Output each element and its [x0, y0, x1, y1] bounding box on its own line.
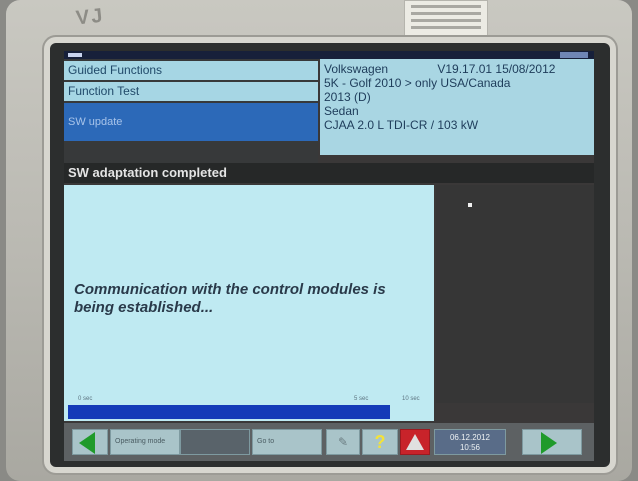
operating-mode-button[interactable]: Operating mode [110, 429, 180, 455]
status-message: Communication with the control modules i… [74, 281, 386, 316]
page-title: SW adaptation completed [64, 163, 594, 183]
progress-tick-mid: 5 sec [354, 396, 369, 402]
window-titlebar [64, 51, 594, 59]
window-controls[interactable] [560, 52, 588, 58]
vehicle-engine: CJAA 2.0 L TDI-CR / 103 kW [324, 118, 479, 132]
operating-mode-value [180, 429, 250, 455]
help-button[interactable]: ? [362, 429, 398, 455]
software-version: V19.17.01 15/08/2012 [437, 62, 556, 76]
time-text: 10:56 [459, 443, 481, 452]
side-panel [436, 185, 594, 403]
device-label-sticker [404, 0, 488, 36]
back-button[interactable] [72, 429, 108, 455]
screen: Guided Functions Function Test SW update… [64, 51, 594, 461]
vehicle-make: Volkswagen [324, 62, 389, 76]
date-text: 06.12.2012 [449, 433, 491, 442]
nav-item-function-test[interactable]: Function Test [64, 82, 318, 101]
warning-triangle-icon [406, 434, 424, 450]
arrow-left-icon [79, 432, 95, 454]
mouse-cursor-icon [468, 203, 472, 207]
progress-tick-start: 0 sec [78, 396, 93, 402]
message-panel: Communication with the control modules i… [64, 185, 434, 403]
nav-item-sw-update[interactable]: SW update [64, 103, 318, 141]
nav-item-guided-functions[interactable]: Guided Functions [64, 61, 318, 80]
vehicle-model: 5K - Golf 2010 > only USA/Canada [324, 76, 511, 90]
goto-button[interactable]: Go to [252, 429, 322, 455]
vehicle-body: Sedan [324, 104, 359, 118]
progress-tick-end: 10 sec [402, 396, 420, 402]
monitor-frame: Guided Functions Function Test SW update… [50, 43, 610, 467]
next-button[interactable] [522, 429, 582, 455]
mode-navigation: Guided Functions Function Test SW update [64, 59, 318, 163]
window-icon [68, 53, 82, 57]
datetime-display: 06.12.2012 10:56 [434, 429, 506, 455]
wrench-icon: ✎ [337, 435, 349, 449]
arrow-right-icon [541, 432, 557, 454]
device-logo: VJ [74, 4, 106, 30]
footer-toolbar: Operating mode Go to ✎ ? 06.12.2012 10:5… [64, 423, 594, 461]
vehicle-year: 2013 (D) [324, 90, 371, 104]
vehicle-info-panel: Volkswagen V19.17.01 15/08/2012 5K - Gol… [320, 59, 594, 155]
warning-button[interactable] [400, 429, 430, 455]
progress-bar [68, 405, 390, 419]
progress-section: 0 sec 5 sec 10 sec [64, 395, 434, 421]
tools-button[interactable]: ✎ [326, 429, 360, 455]
progress-ticks: 0 sec 5 sec 10 sec [64, 395, 434, 405]
